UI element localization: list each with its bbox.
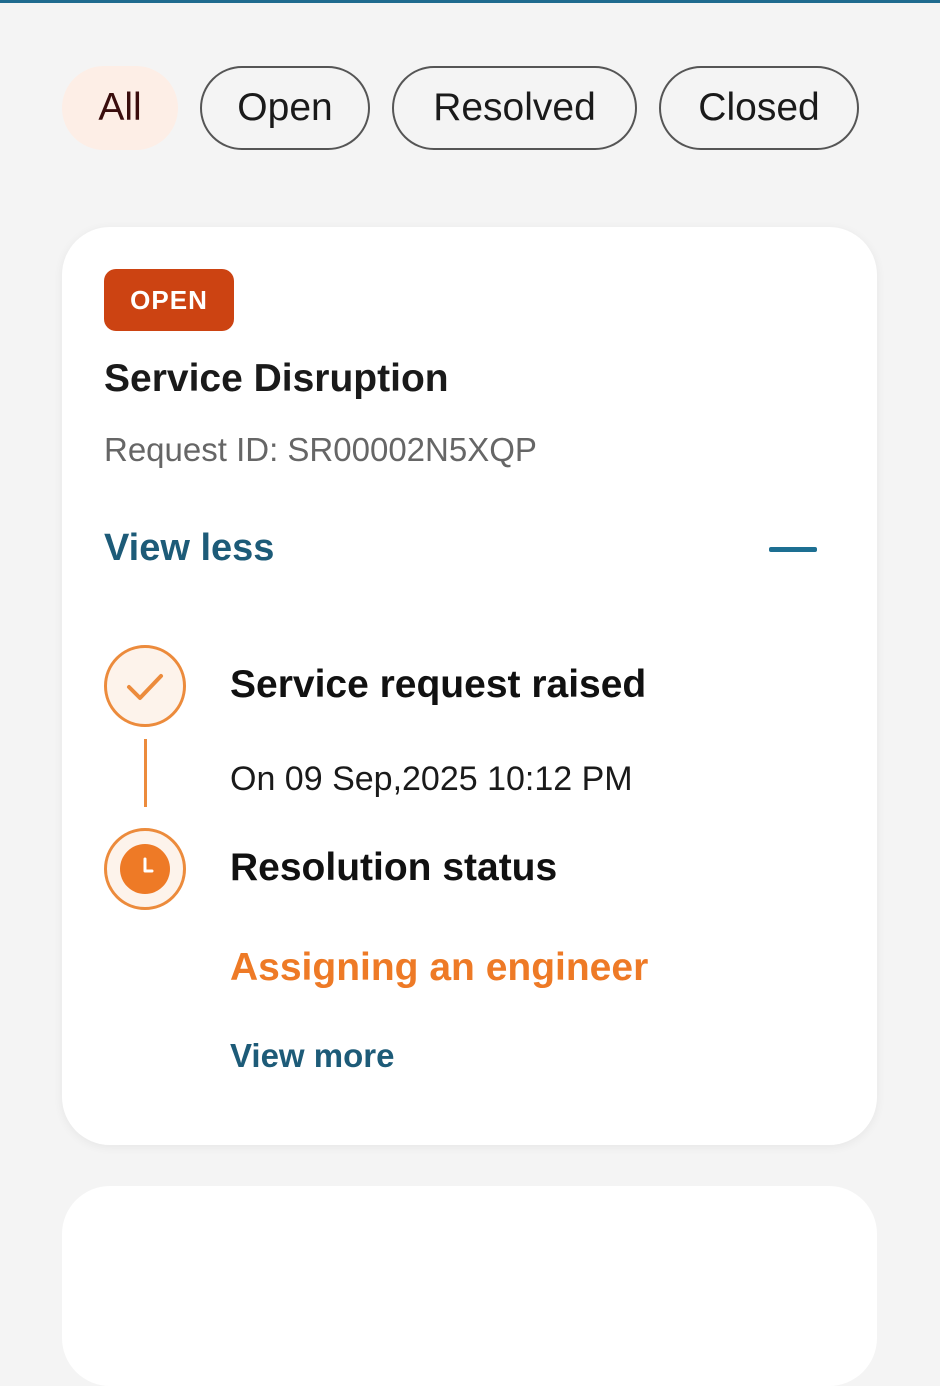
filter-chip-resolved[interactable]: Resolved — [392, 66, 637, 150]
minus-icon[interactable] — [769, 547, 817, 552]
filter-chips: All Open Resolved Closed — [62, 66, 859, 150]
timeline-step-title: Service request raised — [230, 663, 647, 706]
filter-chip-closed[interactable]: Closed — [659, 66, 859, 150]
view-more-link[interactable]: View more — [230, 1037, 394, 1075]
request-id: Request ID: SR00002N5XQP — [104, 431, 537, 468]
service-request-card: OPEN Service Disruption Request ID: SR00… — [62, 227, 877, 1145]
timeline-step-date: On 09 Sep,2025 10:12 PM — [230, 760, 633, 798]
clock-icon — [104, 828, 186, 910]
filter-chip-open[interactable]: Open — [200, 66, 370, 150]
timeline-connector — [144, 739, 147, 807]
resolution-status-text: Assigning an engineer — [230, 946, 649, 989]
filter-chip-all[interactable]: All — [62, 66, 178, 150]
next-request-card — [62, 1186, 877, 1386]
top-divider — [0, 0, 940, 3]
status-badge: OPEN — [104, 269, 234, 331]
check-icon — [104, 645, 186, 727]
view-less-link[interactable]: View less — [104, 527, 274, 570]
request-title: Service Disruption — [104, 357, 449, 400]
timeline-step-title: Resolution status — [230, 846, 558, 889]
